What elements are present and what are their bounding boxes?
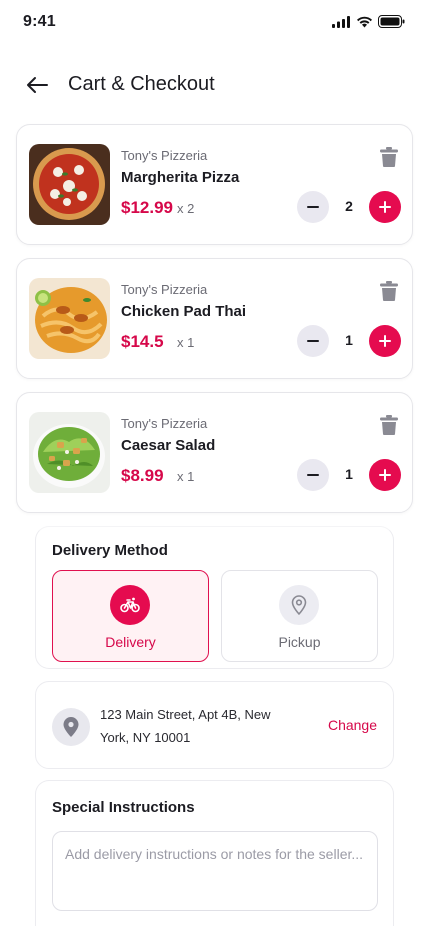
decrease-quantity-button[interactable] xyxy=(297,459,329,491)
address-text: 123 Main Street, Apt 4B, New York, NY 10… xyxy=(100,703,300,749)
item-price: $14.5 xyxy=(121,332,164,351)
increase-quantity-button[interactable] xyxy=(369,459,401,491)
delivery-option-label: Delivery xyxy=(105,634,156,650)
plus-icon xyxy=(379,469,391,481)
delete-item-button[interactable] xyxy=(378,146,400,168)
item-quantity-label: x 1 xyxy=(177,469,195,484)
cart-item: Tony's Pizzeria Chicken Pad Thai $14.5 x… xyxy=(16,258,413,379)
location-pin-icon xyxy=(291,595,307,615)
caesar-salad-image xyxy=(29,412,110,493)
quantity-stepper: 1 xyxy=(297,459,401,491)
item-quantity-label: x 2 xyxy=(177,201,195,216)
battery-icon xyxy=(378,15,405,28)
delivery-method-panel: Delivery Method Delivery Pickup xyxy=(35,526,394,669)
cart-item: Tony's Pizzeria Margherita Pizza $12.99 … xyxy=(16,124,413,245)
signal-icon xyxy=(332,15,350,28)
margherita-pizza-image xyxy=(29,144,110,225)
address-pin xyxy=(52,708,90,746)
address-line-1: 123 Main Street, Apt 4B, New xyxy=(100,707,271,722)
header: Cart & Checkout xyxy=(0,60,428,110)
increase-quantity-button[interactable] xyxy=(369,191,401,223)
item-name: Caesar Salad xyxy=(121,437,216,454)
change-address-link[interactable]: Change xyxy=(328,717,377,733)
arrow-left-icon xyxy=(27,77,48,93)
back-button[interactable] xyxy=(22,72,52,98)
plus-icon xyxy=(379,201,391,213)
wifi-icon xyxy=(357,16,372,27)
delete-item-button[interactable] xyxy=(378,280,400,302)
delivery-method-title: Delivery Method xyxy=(52,542,168,559)
special-instructions-title: Special Instructions xyxy=(52,799,195,816)
item-price: $12.99 xyxy=(121,198,173,217)
item-price: $8.99 xyxy=(121,466,164,485)
status-bar: 9:41 xyxy=(0,0,428,44)
decrease-quantity-button[interactable] xyxy=(297,325,329,357)
item-name: Chicken Pad Thai xyxy=(121,303,247,320)
pickup-option-icon xyxy=(279,585,319,625)
item-store-name: Tony's Pizzeria xyxy=(121,148,208,163)
plus-icon xyxy=(379,335,391,347)
page-title: Cart & Checkout xyxy=(68,73,215,95)
item-name: Margherita Pizza xyxy=(121,169,240,186)
minus-icon xyxy=(307,474,319,476)
trash-icon xyxy=(380,281,398,301)
special-instructions-panel: Special Instructions xyxy=(35,780,394,926)
special-instructions-input[interactable] xyxy=(52,831,378,911)
delivery-option[interactable]: Delivery xyxy=(52,570,209,662)
quantity-value: 2 xyxy=(345,198,353,214)
quantity-stepper: 2 xyxy=(297,191,401,223)
increase-quantity-button[interactable] xyxy=(369,325,401,357)
status-icons xyxy=(332,15,405,28)
cart-item: Tony's Pizzeria Caesar Salad $8.99 x 1 1 xyxy=(16,392,413,513)
address-line-2: York, NY 10001 xyxy=(100,730,191,745)
minus-icon xyxy=(307,206,319,208)
pickup-option[interactable]: Pickup xyxy=(221,570,378,662)
trash-icon xyxy=(380,415,398,435)
delivery-address-panel: 123 Main Street, Apt 4B, New York, NY 10… xyxy=(35,681,394,769)
quantity-stepper: 1 xyxy=(297,325,401,357)
item-store-name: Tony's Pizzeria xyxy=(121,416,208,431)
map-pin-icon xyxy=(63,717,79,737)
quantity-value: 1 xyxy=(345,466,353,482)
status-time: 9:41 xyxy=(23,13,56,30)
pickup-option-label: Pickup xyxy=(278,634,321,650)
decrease-quantity-button[interactable] xyxy=(297,191,329,223)
bicycle-icon xyxy=(120,597,140,613)
delivery-option-icon xyxy=(110,585,150,625)
minus-icon xyxy=(307,340,319,342)
trash-icon xyxy=(380,147,398,167)
delete-item-button[interactable] xyxy=(378,414,400,436)
chicken-pad-thai-image xyxy=(29,278,110,359)
item-store-name: Tony's Pizzeria xyxy=(121,282,208,297)
quantity-value: 1 xyxy=(345,332,353,348)
item-quantity-label: x 1 xyxy=(177,335,195,350)
